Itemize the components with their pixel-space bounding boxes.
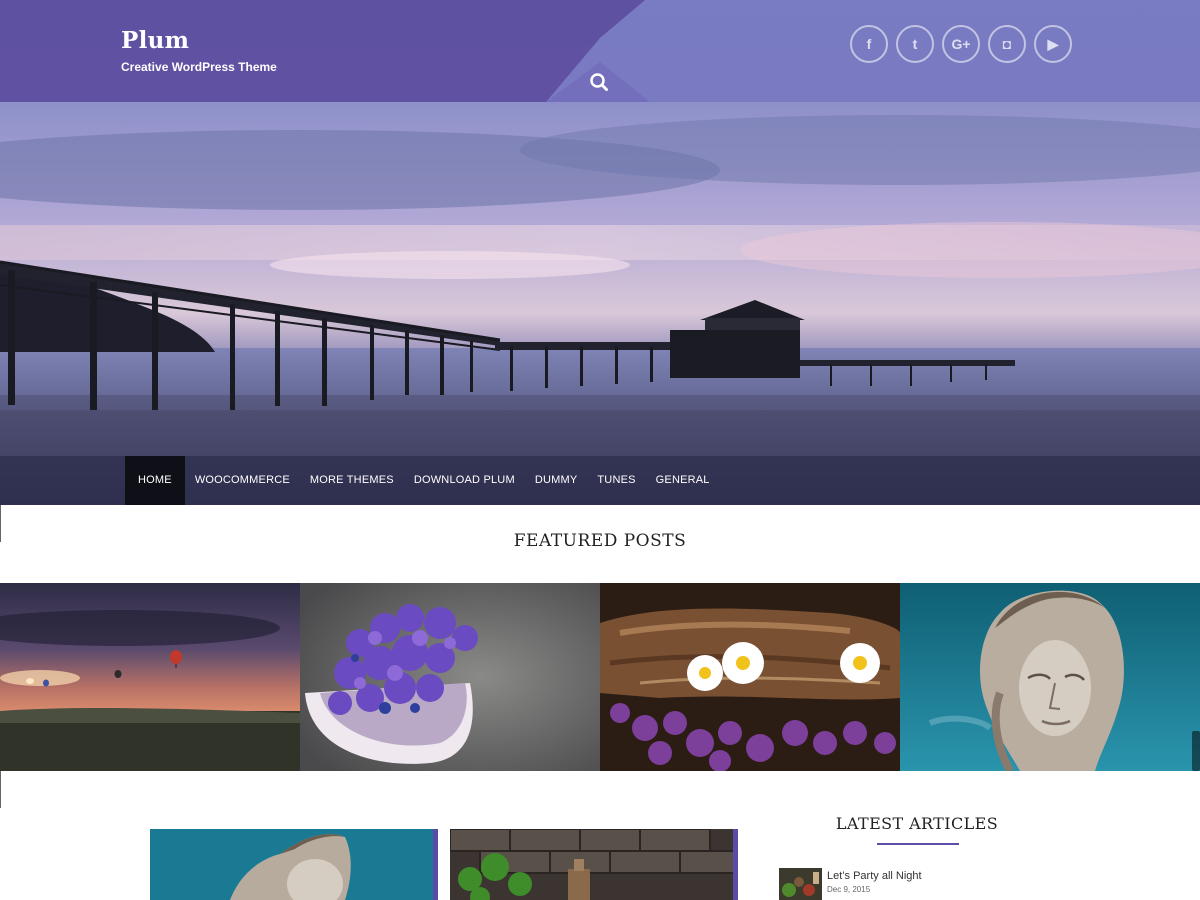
hero-banner: Plum Creative WordPress Theme f t G+ ◘ ▶… [0,0,1200,505]
featured-image-daisies [600,583,900,771]
main-navigation: HOME WOOCOMMERCE MORE THEMES DOWNLOAD PL… [0,456,1200,505]
post-image-statue [150,829,433,900]
search-button[interactable] [585,68,613,96]
nav-item-tunes[interactable]: TUNES [587,456,645,505]
youtube-icon[interactable]: ▶ [1034,25,1072,63]
instagram-icon[interactable]: ◘ [988,25,1026,63]
twitter-icon[interactable]: t [896,25,934,63]
social-links: f t G+ ◘ ▶ [850,25,1072,63]
nav-item-more-themes[interactable]: MORE THEMES [300,456,404,505]
featured-post-hyacinth[interactable] [300,583,600,771]
nav-item-download-plum[interactable]: DOWNLOAD PLUM [404,456,525,505]
featured-posts [0,583,1200,771]
nav-item-dummy[interactable]: DUMMY [525,456,588,505]
nav-item-home[interactable]: HOME [125,456,185,505]
nav-menu: HOME WOOCOMMERCE MORE THEMES DOWNLOAD PL… [125,456,720,505]
site-title[interactable]: Plum [121,27,189,54]
article-thumbnail [779,868,822,900]
article-title[interactable]: Let’s Party all Night [827,870,922,882]
nav-item-general[interactable]: GENERAL [646,456,720,505]
featured-post-daisies[interactable] [600,583,900,771]
latest-articles-heading: LATEST ARTICLES [835,814,999,833]
slider-scroll-handle[interactable] [1192,731,1200,771]
article-date: Dec 9, 2015 [827,885,871,894]
search-icon [590,73,608,91]
featured-post-balloons[interactable] [0,583,300,771]
heading-underline [877,843,959,845]
facebook-icon[interactable]: f [850,25,888,63]
latest-article-item[interactable]: Let’s Party all Night Dec 9, 2015 [779,868,1079,900]
site-tagline: Creative WordPress Theme [121,60,277,74]
featured-image-statue [900,583,1200,771]
featured-post-statue[interactable] [900,583,1200,771]
featured-image-hyacinth [300,583,600,771]
nav-item-woocommerce[interactable]: WOOCOMMERCE [185,456,300,505]
featured-image-balloons [0,583,300,771]
featured-posts-heading: FEATURED POSTS [513,531,687,551]
page-edge-line [0,771,1,808]
post-image-herbs [450,829,733,900]
google-plus-icon[interactable]: G+ [942,25,980,63]
post-card[interactable] [450,829,738,900]
post-card[interactable] [150,829,438,900]
